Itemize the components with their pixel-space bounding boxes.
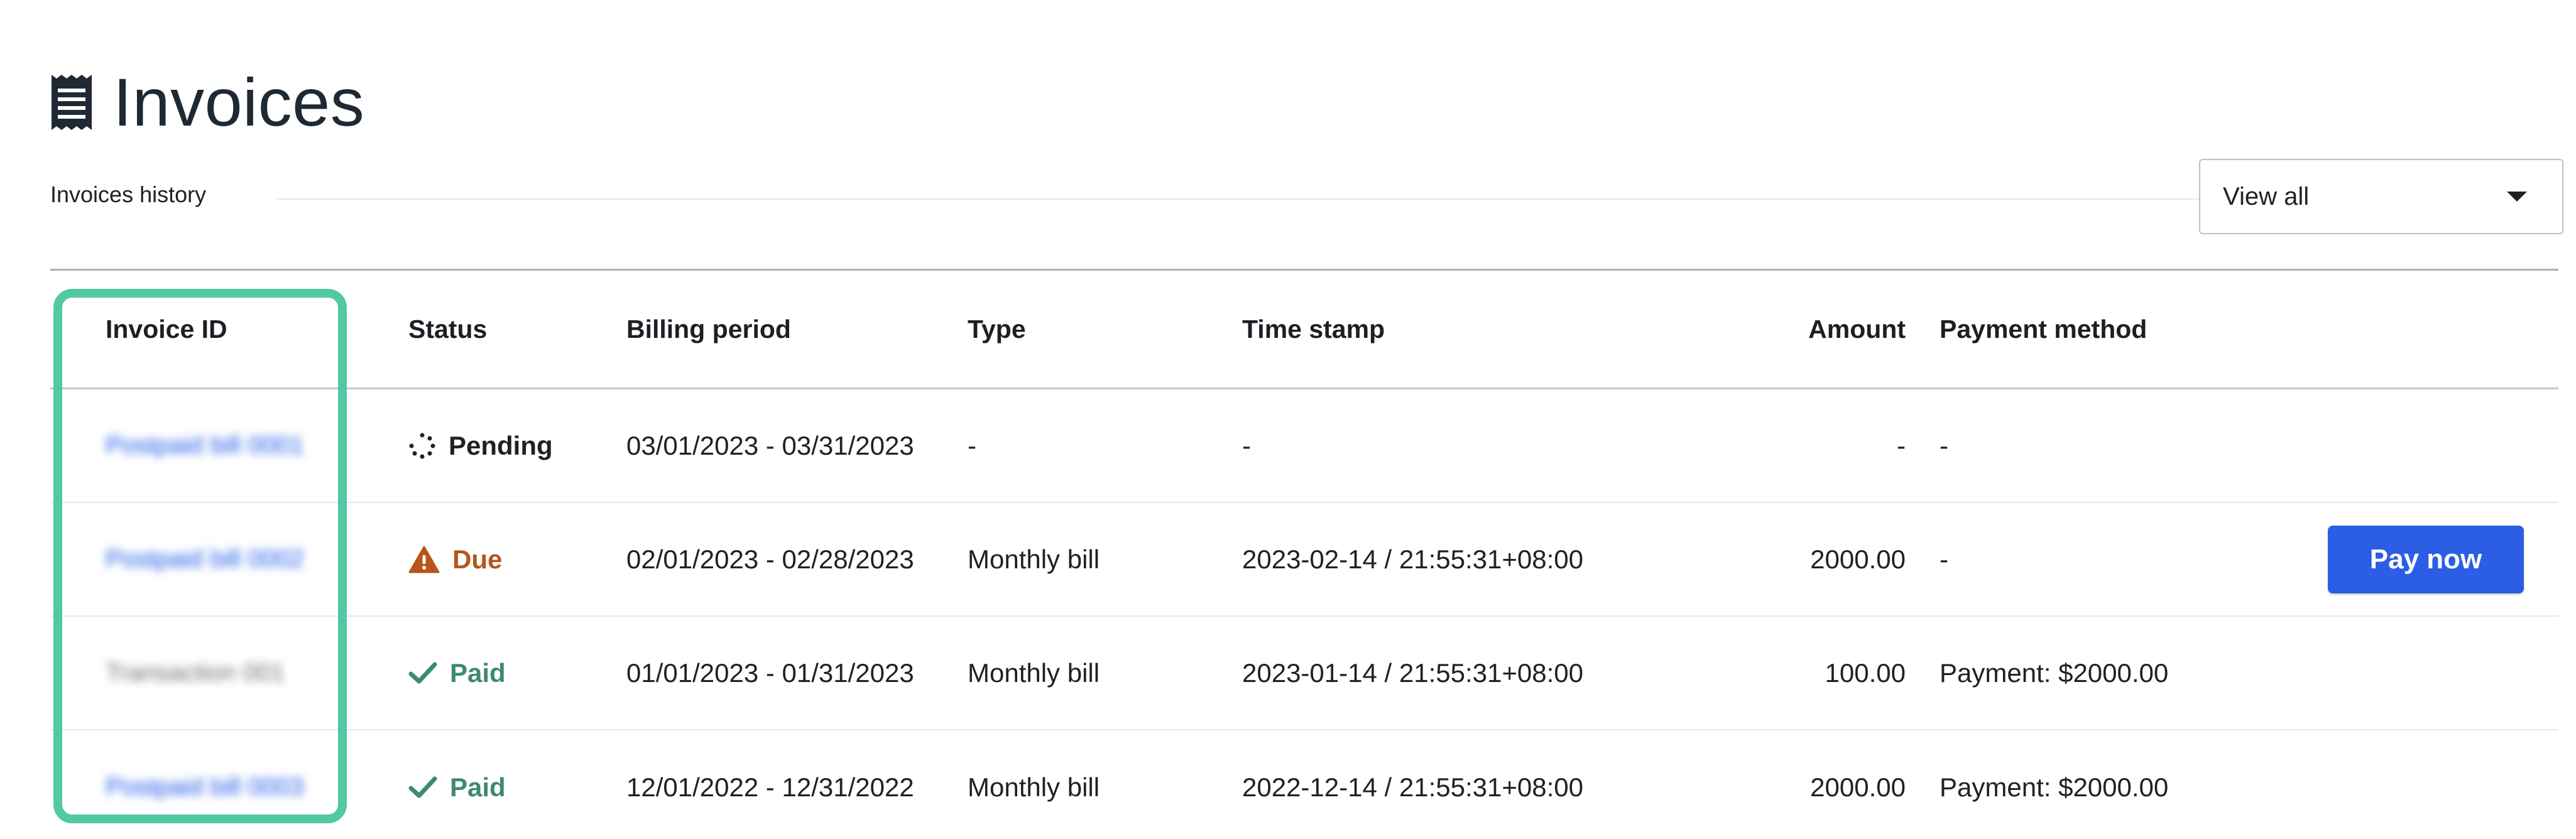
status-label: Due	[452, 544, 503, 574]
billing-period-cell: 12/01/2022 - 12/31/2022	[626, 772, 914, 802]
status-badge: Paid	[408, 772, 506, 803]
caret-down-icon	[2507, 192, 2527, 202]
page-title: Invoices	[113, 64, 365, 140]
column-header-status: Status	[408, 315, 488, 344]
time-stamp-cell: 2023-01-14 / 21:55:31+08:00	[1242, 658, 1583, 688]
status-cell: Paid	[408, 730, 597, 839]
spinner-icon	[409, 433, 435, 458]
column-header-amount: Amount	[1808, 315, 1906, 344]
column-header-billing-period: Billing period	[626, 315, 791, 344]
invoice-id-cell: Postpaid bill 0002	[106, 503, 344, 615]
table-row: Postpaid bill 0002 Due 02/01/2023 - 02/2…	[50, 503, 2558, 617]
section-label: Invoices history	[50, 181, 207, 207]
table-row: Postpaid bill 0001 Pending 03/01/2023 - …	[50, 389, 2558, 503]
invoice-id-cell: Postpaid bill 0001	[106, 389, 344, 502]
invoices-table: Invoice ID Status Billing period Type Ti…	[50, 271, 2558, 839]
table-top-divider	[50, 269, 2558, 271]
status-badge: Pending	[408, 431, 553, 461]
amount-cell: 2000.00	[1810, 544, 1906, 574]
page-header: Invoices	[49, 63, 364, 141]
warning-icon	[408, 546, 440, 573]
invoice-id-cell: Transaction 001	[106, 617, 344, 729]
status-cell: Pending	[408, 389, 597, 502]
status-badge: Due	[408, 544, 502, 575]
invoice-id-link[interactable]: Postpaid bill 0003	[106, 773, 304, 801]
billing-period-cell: 01/01/2023 - 01/31/2023	[626, 658, 914, 688]
invoices-history-bar: Invoices history View all	[50, 159, 2563, 234]
action-cell: Pay now	[2328, 503, 2576, 615]
time-stamp-cell: 2023-02-14 / 21:55:31+08:00	[1242, 544, 1583, 574]
invoices-page: Invoices Invoices history View all Invoi…	[0, 0, 2576, 839]
check-icon	[408, 662, 437, 683]
status-label: Paid	[450, 658, 506, 688]
invoice-id-cell: Postpaid bill 0003	[106, 730, 344, 839]
payment-method-cell: Payment: $2000.00	[1940, 772, 2169, 802]
amount-cell: -	[1897, 430, 1906, 460]
receipt-icon	[52, 74, 92, 130]
type-cell: Monthly bill	[968, 544, 1100, 574]
table-header-row: Invoice ID Status Billing period Type Ti…	[50, 271, 2558, 389]
invoice-id-link[interactable]: Transaction 001	[106, 659, 285, 687]
view-filter-dropdown[interactable]: View all	[2199, 159, 2563, 234]
type-cell: -	[968, 430, 976, 460]
payment-method-cell: Payment: $2000.00	[1940, 658, 2169, 688]
time-stamp-cell: -	[1242, 430, 1251, 460]
column-header-payment-method: Payment method	[1940, 315, 2148, 344]
invoice-id-link[interactable]: Postpaid bill 0001	[106, 431, 304, 460]
payment-method-cell: -	[1940, 544, 1948, 574]
billing-period-cell: 02/01/2023 - 02/28/2023	[626, 544, 914, 574]
type-cell: Monthly bill	[968, 772, 1100, 802]
table-row: Postpaid bill 0003 Paid 12/01/2022 - 12/…	[50, 730, 2558, 839]
column-header-time-stamp: Time stamp	[1242, 315, 1385, 344]
status-badge: Paid	[408, 658, 506, 688]
invoice-id-link[interactable]: Postpaid bill 0002	[106, 545, 304, 573]
column-header-invoice-id: Invoice ID	[106, 315, 227, 344]
column-header-type: Type	[968, 315, 1026, 344]
section-divider	[276, 198, 2218, 200]
time-stamp-cell: 2022-12-14 / 21:55:31+08:00	[1242, 772, 1583, 802]
status-cell: Due	[408, 503, 597, 615]
table-row: Transaction 001 Paid 01/01/2023 - 01/31/…	[50, 617, 2558, 730]
status-label: Pending	[449, 430, 553, 460]
check-icon	[408, 776, 437, 798]
billing-period-cell: 03/01/2023 - 03/31/2023	[626, 430, 914, 460]
amount-cell: 2000.00	[1810, 772, 1906, 802]
status-cell: Paid	[408, 617, 597, 729]
pay-now-button[interactable]: Pay now	[2328, 525, 2524, 593]
type-cell: Monthly bill	[968, 658, 1100, 688]
payment-method-cell: -	[1940, 430, 1948, 460]
view-filter-value: View all	[2223, 182, 2310, 210]
status-label: Paid	[450, 772, 506, 802]
amount-cell: 100.00	[1825, 658, 1906, 688]
